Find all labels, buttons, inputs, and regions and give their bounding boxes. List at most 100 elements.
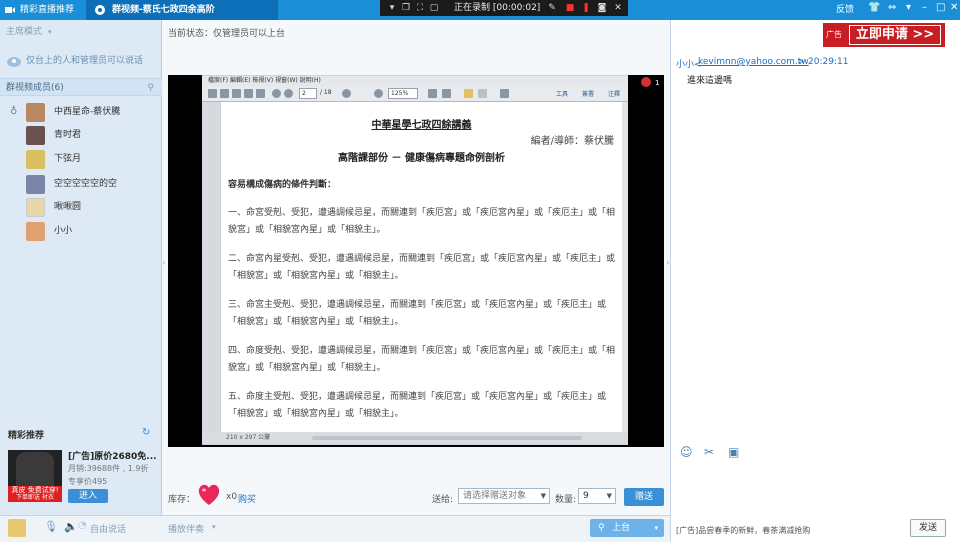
- doc-paragraph: 二、命宮內星受剋、受犯，遭遇調候忌星，而關連到「疾厄宮」或「疾厄宮內星」或「疾厄…: [228, 254, 616, 281]
- mode-label[interactable]: 主席模式: [0, 22, 162, 42]
- pdf-side-panel: [202, 102, 220, 432]
- member-item[interactable]: 小小: [26, 221, 162, 241]
- chat-message: 進來這邊嗎: [687, 76, 733, 86]
- ad-image-text: 真皮 免费试穿!: [11, 486, 59, 494]
- give-to-label: 送给:: [432, 495, 454, 505]
- pen-icon[interactable]: ✎: [546, 2, 558, 14]
- record-pause-icon[interactable]: ❚: [580, 2, 592, 14]
- quantity-label: 数量:: [555, 495, 577, 505]
- chevron-down-icon[interactable]: ▾: [654, 519, 658, 537]
- minimize-icon[interactable]: –: [922, 2, 927, 13]
- screenshot-icon[interactable]: ✂: [704, 445, 714, 459]
- page-size: 210 x 297 公釐: [226, 434, 271, 441]
- pdf-menu-bar: 檔案(F) 編輯(E) 檢視(V) 視窗(W) 說明(H): [202, 76, 628, 86]
- chat-sender-email[interactable]: kevimnn@yahoo.com.tw: [698, 57, 809, 67]
- restore-icon[interactable]: ⇔: [888, 2, 896, 13]
- maximize-icon[interactable]: □: [936, 2, 945, 13]
- speaker-icon[interactable]: 🔈: [64, 520, 78, 533]
- chat-ad-line[interactable]: [广告]品尝春季的新鲜，春茶满减抢购: [676, 525, 810, 536]
- cloud-people-icon: [7, 57, 21, 67]
- mode-hint-text: 仅台上的人和管理员可以说话: [26, 56, 144, 66]
- zoom-out-icon: [342, 89, 351, 98]
- pdf-page: 中華星學七政四餘講義 編者/導師：蔡伏騰 高階課部份 － 健康傷病專題命例剖析 …: [221, 102, 622, 432]
- mic-icon[interactable]: 🎙: [44, 520, 58, 533]
- play-accompaniment-button[interactable]: 播放伴奏: [168, 522, 204, 535]
- doc-heading: 容易構成傷病的條件判斷：: [228, 180, 337, 190]
- rose-icon: [641, 77, 651, 87]
- next-page-icon: [284, 89, 293, 98]
- free-speak-button[interactable]: 自由说话: [90, 522, 126, 535]
- print-icon: [244, 89, 253, 98]
- ad-image-subtext: 下单即送 衬衣: [16, 494, 54, 501]
- pdf-hscroll: [312, 436, 582, 440]
- image-icon[interactable]: ▣: [728, 445, 739, 459]
- member-item[interactable]: 下弦月: [26, 149, 162, 169]
- heart-gift-icon[interactable]: [196, 481, 222, 507]
- quantity-select[interactable]: 9 ▼: [578, 488, 616, 504]
- current-status: 当前状态：仅管理员可以上台: [168, 29, 286, 39]
- chat-input[interactable]: [670, 464, 960, 514]
- video-camera-icon: [5, 7, 15, 13]
- skin-icon[interactable]: 👕: [868, 2, 880, 13]
- create-icon: [220, 89, 229, 98]
- ad-banner[interactable]: 广告 立即申请 >>: [823, 23, 945, 47]
- email-icon: [256, 89, 265, 98]
- recipient-select[interactable]: 请选择赠送对象 ▼: [458, 488, 550, 504]
- send-button[interactable]: 发送: [910, 519, 946, 537]
- ad-product-image[interactable]: 真皮 免费试穿! 下单即送 衬衣: [8, 450, 62, 502]
- stage-icon: ⚲: [598, 523, 605, 533]
- avatar: [26, 103, 45, 122]
- avatar: [26, 198, 45, 217]
- comment-icon: [464, 89, 473, 98]
- fullscreen-icon[interactable]: ⛶: [414, 2, 426, 14]
- tab-live-recommend[interactable]: 精彩直播推荐: [0, 0, 86, 20]
- pdf-scrollbar: [622, 102, 628, 432]
- refresh-icon[interactable]: ↻: [142, 427, 152, 438]
- member-name: 啾啾圆: [54, 202, 82, 212]
- avatar: [26, 175, 45, 194]
- fit-page-icon: [428, 89, 437, 98]
- chat-tools: ☺ ✂ ▣: [680, 445, 960, 461]
- stock-label: 库存：: [168, 495, 196, 505]
- self-avatar[interactable]: [8, 519, 26, 537]
- ad-title[interactable]: [广告]原价2680免...: [68, 449, 158, 462]
- pdf-toolbar: 2 / 18 125% 工具 簽署 注釋: [202, 86, 628, 102]
- window-icon[interactable]: ▢: [428, 2, 440, 14]
- feedback-button[interactable]: 反馈: [836, 2, 854, 15]
- record-stop-icon[interactable]: ■: [564, 2, 576, 14]
- members-header-label: 群视频成员(6): [6, 83, 64, 93]
- restore-rec-icon[interactable]: ❐: [400, 2, 412, 14]
- give-button[interactable]: 赠送: [624, 488, 664, 506]
- ad-label: 广告: [826, 30, 842, 39]
- camera-icon[interactable]: ◙: [596, 2, 608, 14]
- stock-count: x0: [226, 492, 238, 502]
- ad-enter-button[interactable]: 进入: [68, 489, 108, 503]
- member-item[interactable]: 中西星命-蔡伏騰: [26, 102, 162, 122]
- recording-bar: ▾ ❐ ⛶ ▢ 正在录制 [00:00:02] ✎ ■ ❚ ◙ ✕: [380, 0, 628, 16]
- close-rec-icon[interactable]: ✕: [612, 2, 624, 14]
- menu-icon[interactable]: ▾: [906, 2, 911, 13]
- member-item[interactable]: 青时君: [26, 125, 162, 145]
- chevron-down-icon[interactable]: ▾: [212, 523, 216, 531]
- member-item[interactable]: 啾啾圆: [26, 197, 162, 217]
- close-icon[interactable]: ✕: [950, 2, 958, 13]
- mode-hint: 仅台上的人和管理员可以说话: [6, 50, 162, 72]
- buy-link[interactable]: 购买: [238, 492, 256, 505]
- member-item[interactable]: 空空空空空的空: [26, 174, 162, 194]
- tab-group-video[interactable]: 群视频-蔡氏七政四余高阶(392814823): [86, 0, 278, 35]
- minimize-rec-icon[interactable]: ▾: [386, 2, 398, 14]
- apply-now-button[interactable]: 立即申请 >>: [849, 25, 941, 45]
- member-name: 小小: [54, 226, 73, 236]
- comment-label: 注釋: [608, 91, 621, 98]
- avatar: [26, 150, 45, 169]
- member-name: 下弦月: [54, 154, 82, 164]
- go-on-stage-label: 上台: [612, 523, 631, 533]
- go-on-stage-button[interactable]: ⚲ 上台 ▾: [590, 519, 664, 537]
- emoji-icon[interactable]: ☺: [680, 445, 693, 459]
- doc-subtitle: 高階課部份 － 健康傷病專題命例剖析: [338, 153, 505, 164]
- collapse-left-icon[interactable]: ‹: [162, 258, 166, 268]
- tab-live-recommend-label: 精彩直播推荐: [20, 5, 75, 15]
- page-total: / 18: [320, 89, 332, 96]
- search-member-icon[interactable]: ⚲: [147, 79, 154, 97]
- mode-chevron-icon[interactable]: ▾: [48, 28, 52, 36]
